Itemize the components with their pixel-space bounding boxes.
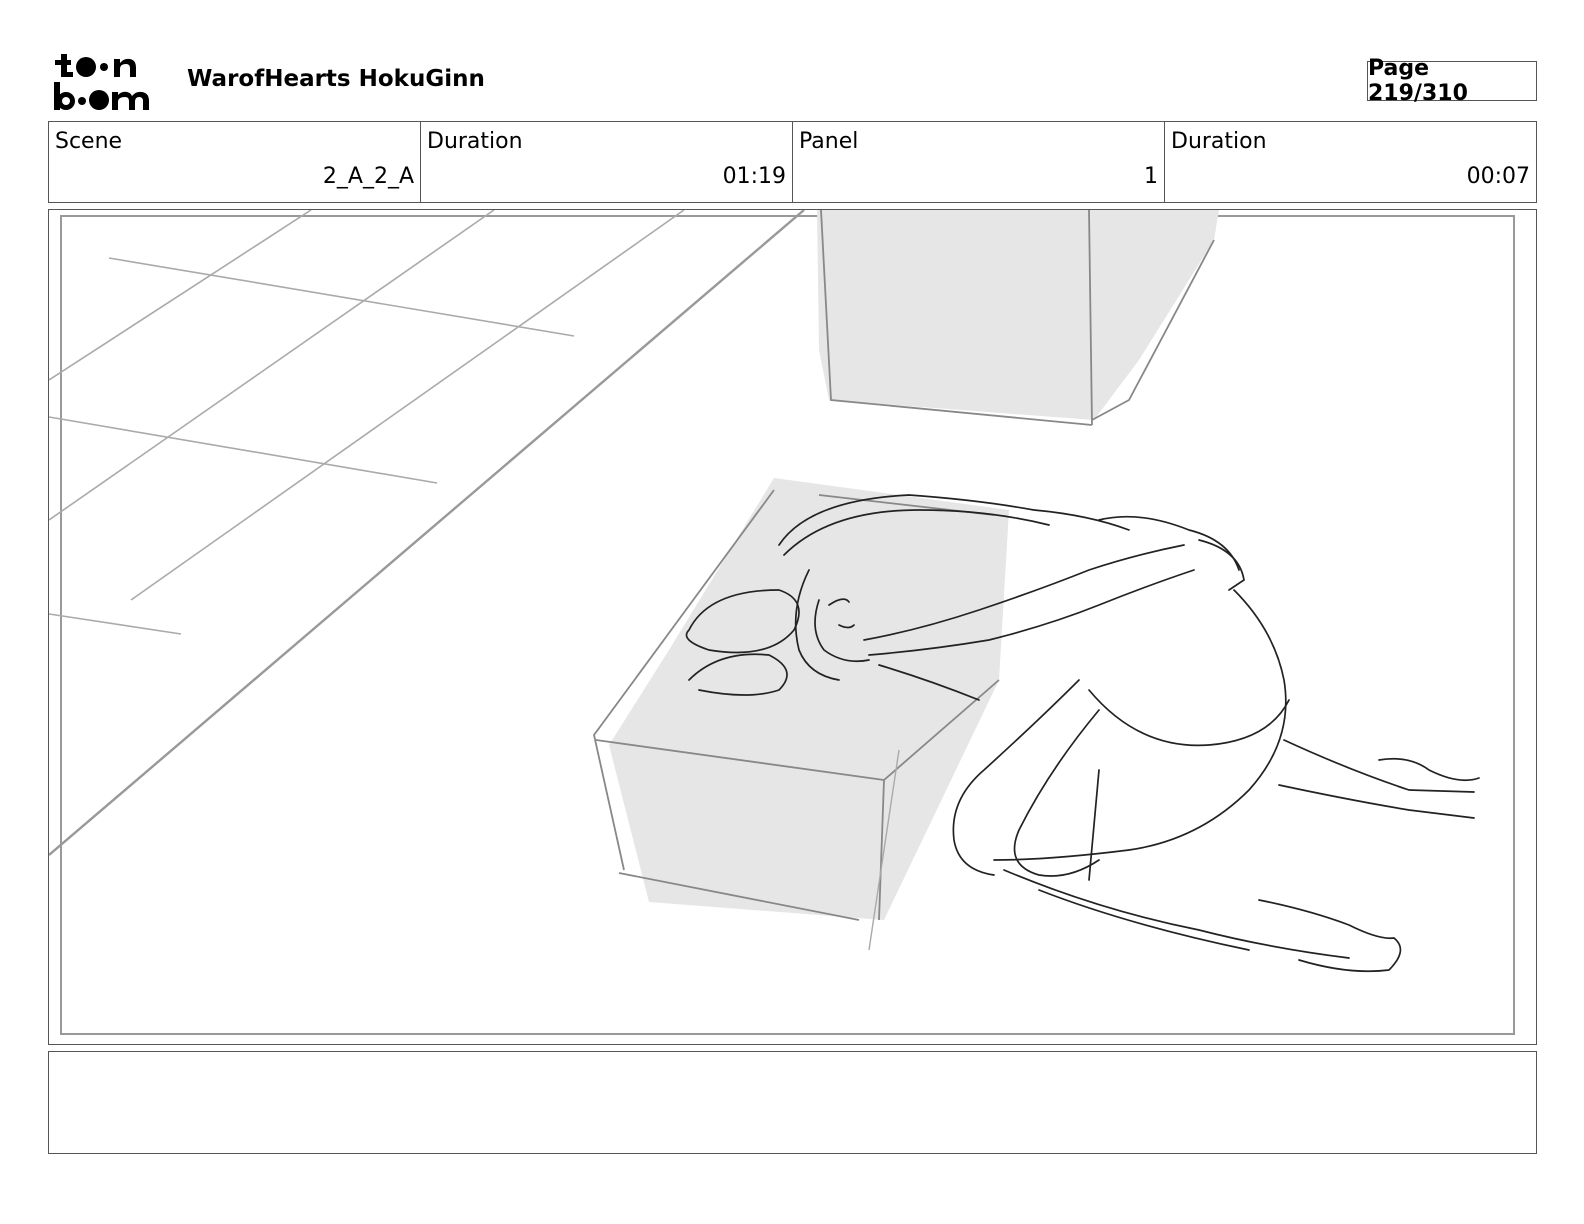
panel-sketch bbox=[49, 210, 1515, 1035]
box bbox=[593, 478, 1009, 951]
scene-duration-label: Duration bbox=[427, 129, 523, 154]
panel-value: 1 bbox=[1144, 164, 1158, 189]
scene-duration-cell: Duration 01:19 bbox=[421, 122, 793, 202]
project-title: WarofHearts HokuGinn bbox=[187, 66, 485, 92]
panel-label: Panel bbox=[799, 129, 859, 154]
scene-label: Scene bbox=[55, 129, 123, 154]
scene-value: 2_A_2_A bbox=[322, 164, 414, 189]
panel-cell: Panel 1 bbox=[793, 122, 1165, 202]
panel-duration-value: 00:07 bbox=[1466, 164, 1530, 189]
page-indicator: Page 219/310 bbox=[1367, 56, 1537, 106]
pillar bbox=[817, 210, 1219, 426]
panel-duration-label: Duration bbox=[1171, 129, 1267, 154]
scene-duration-value: 01:19 bbox=[722, 164, 786, 189]
scene-cell: Scene 2_A_2_A bbox=[49, 122, 421, 202]
storyboard-panel bbox=[48, 209, 1537, 1045]
floor-tiles bbox=[49, 210, 685, 635]
caption-box bbox=[48, 1051, 1537, 1154]
toon-boom-logo bbox=[52, 50, 164, 112]
scene-info-table: Scene 2_A_2_A Duration 01:19 Panel 1 Dur… bbox=[48, 121, 1537, 203]
panel-duration-cell: Duration 00:07 bbox=[1165, 122, 1536, 202]
